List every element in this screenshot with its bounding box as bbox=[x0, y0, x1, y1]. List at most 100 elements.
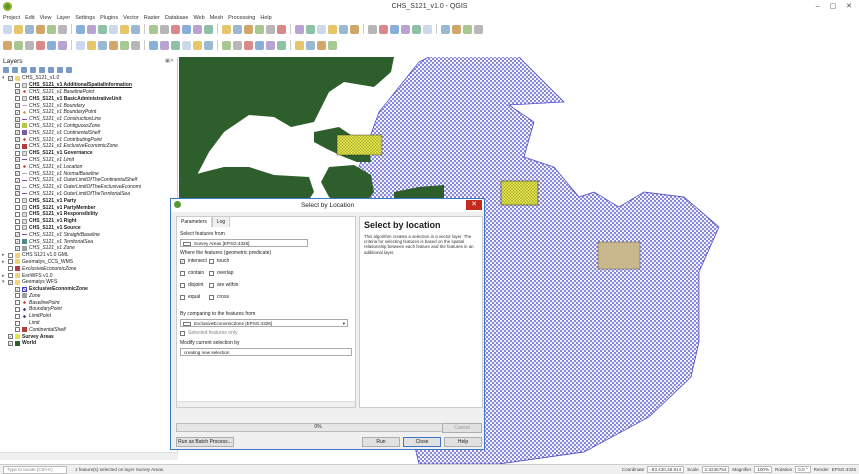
layer-visibility-checkbox[interactable] bbox=[15, 225, 20, 231]
menu-item-view[interactable]: View bbox=[40, 15, 52, 21]
toolbar-tool-icon[interactable] bbox=[266, 24, 275, 34]
layer-item[interactable]: ✓ CHS_S121_v1 BaselinePoint bbox=[2, 89, 177, 96]
toolbar-tool-icon[interactable] bbox=[295, 40, 304, 50]
layer-visibility-checkbox[interactable]: ✓ bbox=[8, 279, 13, 285]
toolbar-tool-icon[interactable] bbox=[182, 40, 191, 50]
toolbar-tool-icon[interactable] bbox=[204, 40, 213, 50]
rotation-field[interactable]: 0.0 ° bbox=[795, 466, 811, 473]
predicate-touch-checkbox[interactable]: touch bbox=[209, 258, 229, 264]
layer-item[interactable]: ▾ ✓ CHS_S121_v1.0 bbox=[2, 75, 177, 82]
toolbar-tool-icon[interactable] bbox=[47, 40, 56, 50]
predicate-cross-checkbox[interactable]: cross bbox=[209, 294, 229, 300]
layer-visibility-checkbox[interactable] bbox=[8, 259, 13, 265]
menu-item-processing[interactable]: Processing bbox=[228, 15, 255, 21]
toolbar-tool-icon[interactable] bbox=[98, 40, 107, 50]
menu-item-plugins[interactable]: Plugins bbox=[100, 15, 118, 21]
layer-visibility-checkbox[interactable] bbox=[15, 96, 20, 102]
toolbar-tool-icon[interactable] bbox=[368, 24, 377, 34]
menu-item-project[interactable]: Project bbox=[3, 15, 20, 21]
toolbar-tool-icon[interactable] bbox=[412, 24, 421, 34]
layer-visibility-checkbox[interactable]: ✓ bbox=[15, 239, 20, 245]
toolbar-tool-icon[interactable] bbox=[222, 24, 231, 34]
menu-item-mesh[interactable]: Mesh bbox=[210, 15, 223, 21]
toolbar-tool-icon[interactable] bbox=[36, 40, 45, 50]
filter-icon[interactable] bbox=[30, 67, 36, 73]
window-controls[interactable]: – ▢ ✕ bbox=[816, 2, 856, 10]
toolbar-tool-icon[interactable] bbox=[328, 40, 337, 50]
layer-item[interactable]: LimitPoint bbox=[2, 313, 177, 320]
predicate-are-within-checkbox[interactable]: are within bbox=[209, 282, 238, 288]
layer-visibility-checkbox[interactable]: ✓ bbox=[15, 109, 20, 115]
layer-item[interactable]: ✓ World bbox=[2, 340, 177, 347]
chevron-down-icon[interactable]: ▾ bbox=[2, 279, 7, 285]
layer-item[interactable]: ✓ CHS_S121_v1 ContinentalShelf bbox=[2, 129, 177, 136]
layer-visibility-checkbox[interactable] bbox=[15, 218, 20, 224]
menu-item-layer[interactable]: Layer bbox=[56, 15, 70, 21]
toolbar-tool-icon[interactable] bbox=[58, 24, 67, 34]
layer-visibility-checkbox[interactable]: ✓ bbox=[15, 123, 20, 129]
layer-item[interactable]: ▸ EsriWFS v1.0 bbox=[2, 272, 177, 279]
layer-item[interactable]: CHS_S121_v1 PartyMember bbox=[2, 204, 177, 211]
style-icon[interactable] bbox=[3, 67, 9, 73]
run-button[interactable]: Run bbox=[362, 437, 400, 447]
layer-item[interactable]: ✓ CHS_S121_v1 Location bbox=[2, 163, 177, 170]
layer-visibility-checkbox[interactable] bbox=[15, 205, 20, 211]
layer-visibility-checkbox[interactable]: ✓ bbox=[15, 137, 20, 143]
toolbar-tool-icon[interactable] bbox=[193, 40, 202, 50]
predicate-equal-checkbox[interactable]: equal bbox=[180, 294, 200, 300]
compare-combo[interactable]: ExclusiveEconomicZone [EPSG:4326] ▾ bbox=[180, 319, 348, 327]
layer-item[interactable]: ✓ CHS_S121_v1 OuterLimitOfTheTerritorialS… bbox=[2, 191, 177, 198]
tab-log[interactable]: Log bbox=[211, 216, 231, 227]
toolbar-tool-icon[interactable] bbox=[350, 24, 359, 34]
predicate-intersect-checkbox[interactable]: ✓ intersect bbox=[180, 258, 207, 264]
layer-item[interactable]: ✓ CHS_S121_v1 OuterLimitOfTheExclusiveEco… bbox=[2, 184, 177, 191]
toolbar-tool-icon[interactable] bbox=[204, 24, 213, 34]
layer-visibility-checkbox[interactable] bbox=[15, 198, 20, 204]
toolbar-tool-icon[interactable] bbox=[463, 24, 472, 34]
toolbar-tool-icon[interactable] bbox=[120, 24, 129, 34]
layer-item[interactable]: ▸ CHS S121 v1.0 GML bbox=[2, 252, 177, 259]
layer-item[interactable]: ✓ CHS_S121_v1 Limit bbox=[2, 157, 177, 164]
layer-item[interactable]: ✓ CHS_S121_v1 TerritorialSea bbox=[2, 238, 177, 245]
layer-visibility-checkbox[interactable]: ✓ bbox=[15, 89, 20, 95]
toolbar-tool-icon[interactable] bbox=[339, 24, 348, 34]
toolbar-tool-icon[interactable] bbox=[120, 40, 129, 50]
toolbar-tool-icon[interactable] bbox=[233, 24, 242, 34]
layer-item[interactable]: ✓ CHS_S121_v1 StraightBaseline bbox=[2, 231, 177, 238]
toolbar-tool-icon[interactable] bbox=[47, 24, 56, 34]
layer-visibility-checkbox[interactable]: ✓ bbox=[15, 143, 20, 149]
toolbar-tool-icon[interactable] bbox=[328, 24, 337, 34]
panel-close-icon[interactable]: ▣✕ bbox=[165, 58, 174, 64]
layer-item[interactable]: ✓ CHS_S121_v1 Boundary bbox=[2, 102, 177, 109]
toolbar-tool-icon[interactable] bbox=[277, 24, 286, 34]
toolbar-tool-icon[interactable] bbox=[244, 40, 253, 50]
layer-visibility-checkbox[interactable] bbox=[15, 320, 20, 326]
chevron-right-icon[interactable]: ▸ bbox=[2, 259, 7, 265]
layer-item[interactable]: ✓ CHS_S121_v1 Zone bbox=[2, 245, 177, 252]
toolbar-tool-icon[interactable] bbox=[255, 24, 264, 34]
toolbar-tool-icon[interactable] bbox=[295, 24, 304, 34]
layer-item[interactable]: ✓ CHS_S121_v1 BoundaryPoint bbox=[2, 109, 177, 116]
help-button[interactable]: Help bbox=[444, 437, 482, 447]
layer-item[interactable]: BoundaryPoint bbox=[2, 306, 177, 313]
toolbar-tool-icon[interactable] bbox=[452, 24, 461, 34]
layer-visibility-checkbox[interactable]: ✓ bbox=[15, 232, 20, 238]
toolbar-tool-icon[interactable] bbox=[266, 40, 275, 50]
toolbar-tool-icon[interactable] bbox=[131, 24, 140, 34]
cancel-button[interactable]: Cancel bbox=[442, 423, 482, 433]
toolbar-tool-icon[interactable] bbox=[233, 40, 242, 50]
chevron-right-icon[interactable]: ▸ bbox=[2, 252, 7, 258]
toolbar-tool-icon[interactable] bbox=[149, 24, 158, 34]
modify-combo[interactable]: creating new selection bbox=[180, 348, 352, 356]
layer-item[interactable]: CHS_S121_v1 Right bbox=[2, 218, 177, 225]
select-from-combo[interactable]: Survey Areas [EPSG:4326] bbox=[180, 239, 308, 247]
eye-icon[interactable] bbox=[21, 67, 27, 73]
layer-item[interactable]: CHS_S121_v1 Source bbox=[2, 225, 177, 232]
layer-item[interactable]: ✓ CHS_S121_v1 ExclusiveEconomicZone bbox=[2, 143, 177, 150]
toolbar-tool-icon[interactable] bbox=[14, 40, 23, 50]
layer-item[interactable]: ✓ CHS_S121_v1 ContributingPoint bbox=[2, 136, 177, 143]
layer-visibility-checkbox[interactable] bbox=[15, 306, 20, 312]
layer-visibility-checkbox[interactable] bbox=[15, 300, 20, 306]
layer-visibility-checkbox[interactable]: ✓ bbox=[8, 334, 13, 340]
layer-visibility-checkbox[interactable] bbox=[8, 266, 13, 272]
